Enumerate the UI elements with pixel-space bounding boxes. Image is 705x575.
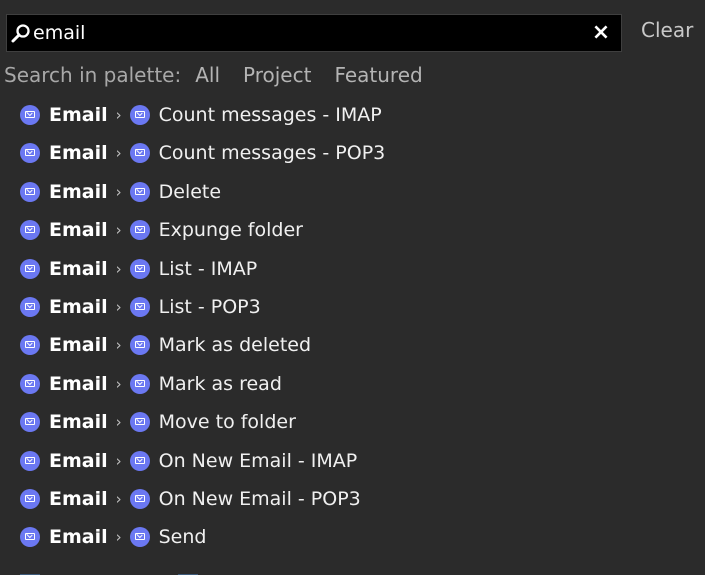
result-row[interactable]: Email › Mark as read	[0, 365, 705, 403]
result-category: Email	[49, 142, 108, 165]
clear-button[interactable]: Clear	[641, 18, 693, 42]
email-icon	[20, 527, 40, 548]
result-item-label: Expunge folder	[158, 219, 303, 242]
results-list: Email › Count messages - IMAP Email › Count m…	[0, 94, 705, 575]
result-row[interactable]: Email › On New Email - IMAP	[0, 442, 705, 480]
chevron-right-icon: ›	[115, 528, 122, 547]
chevron-right-icon: ›	[115, 413, 122, 432]
result-row[interactable]: Email › List - IMAP	[0, 250, 705, 288]
chevron-right-icon: ›	[115, 298, 122, 316]
email-icon	[20, 258, 40, 279]
scope-option-project[interactable]: Project	[243, 63, 311, 87]
email-icon	[129, 335, 150, 356]
chevron-right-icon: ›	[115, 144, 122, 163]
result-row[interactable]: Email › Expunge folder	[0, 211, 705, 249]
result-category: Email	[49, 257, 108, 280]
scope-option-all[interactable]: All	[195, 63, 220, 87]
chevron-right-icon: ›	[115, 106, 122, 124]
email-icon	[129, 527, 150, 548]
email-icon	[20, 450, 40, 471]
close-icon[interactable]: ×	[589, 20, 613, 46]
result-category: Email	[49, 334, 108, 357]
email-icon	[129, 258, 150, 279]
result-item-label: Count messages - POP3	[158, 142, 386, 165]
result-row[interactable]: Email › List - POP3	[0, 288, 705, 326]
result-item-label: List - IMAP	[158, 257, 258, 280]
result-row[interactable]: Email › On New Email - POP3	[0, 480, 705, 518]
chevron-right-icon: ›	[115, 336, 122, 355]
email-icon	[20, 489, 40, 509]
chevron-right-icon: ›	[115, 221, 122, 240]
email-icon	[129, 105, 150, 125]
chevron-right-icon: ›	[115, 451, 122, 470]
scope-option-featured[interactable]: Featured	[334, 63, 422, 87]
result-row[interactable]: Email › Move to folder	[0, 403, 705, 441]
result-item-label: List - POP3	[158, 296, 261, 318]
result-category: Email	[49, 449, 108, 472]
result-category: Email	[49, 526, 108, 549]
result-category: Email	[49, 411, 108, 434]
result-category: Email	[49, 104, 108, 126]
email-icon	[129, 489, 150, 509]
search-bar: × Clear	[0, 0, 705, 60]
email-icon	[20, 143, 40, 164]
result-category: Email	[49, 488, 108, 510]
search-icon	[11, 24, 30, 43]
result-category: Email	[49, 180, 108, 203]
chevron-right-icon: ›	[115, 259, 122, 278]
chevron-right-icon: ›	[115, 490, 122, 508]
email-icon	[20, 220, 40, 241]
search-scope: Search in palette: All Project Featured	[4, 60, 446, 90]
email-icon	[129, 143, 150, 164]
search-box[interactable]: ×	[6, 14, 622, 52]
result-item-label: Count messages - IMAP	[158, 104, 382, 126]
result-category: Email	[49, 296, 108, 318]
result-item-label: Send	[158, 526, 207, 549]
result-item-label: Mark as deleted	[158, 334, 312, 357]
email-icon	[129, 450, 150, 471]
email-icon	[129, 373, 150, 394]
email-icon	[129, 297, 150, 317]
chevron-right-icon: ›	[115, 374, 122, 393]
chevron-right-icon: ›	[115, 182, 122, 201]
partial-result-row	[0, 566, 705, 575]
email-icon	[129, 412, 150, 433]
result-item-label: Mark as read	[158, 372, 282, 395]
result-row[interactable]: Email › Send	[0, 518, 705, 556]
result-row[interactable]: Email › Delete	[0, 173, 705, 211]
email-icon	[129, 181, 150, 202]
email-icon	[20, 412, 40, 433]
result-row[interactable]: Email › Mark as deleted	[0, 326, 705, 364]
result-row[interactable]: Email › Count messages - POP3	[0, 134, 705, 172]
email-icon	[129, 220, 150, 241]
email-icon	[20, 105, 40, 125]
result-item-label: On New Email - POP3	[158, 488, 361, 510]
search-input[interactable]	[33, 15, 573, 51]
result-item-label: On New Email - IMAP	[158, 449, 358, 472]
email-icon	[20, 373, 40, 394]
email-icon	[20, 181, 40, 202]
result-item-label: Delete	[158, 180, 222, 203]
result-category: Email	[49, 372, 108, 395]
email-icon	[20, 297, 40, 317]
search-scope-label: Search in palette:	[4, 63, 182, 87]
result-item-label: Move to folder	[158, 411, 296, 434]
email-icon	[20, 335, 40, 356]
result-row[interactable]: Email › Count messages - IMAP	[0, 96, 705, 134]
result-category: Email	[49, 219, 108, 242]
